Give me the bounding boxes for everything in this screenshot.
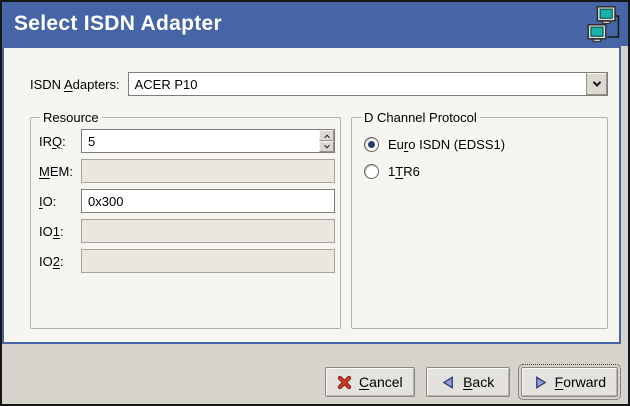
dialog-button-bar: Cancel Back Forward [2, 344, 628, 404]
euro-isdn-label: Euro ISDN (EDSS1) [388, 137, 505, 152]
select-isdn-adapter-dialog: Select ISDN Adapter ISDN Adapters: [0, 0, 630, 406]
forward-button-label: Forward [555, 374, 606, 390]
chevron-up-icon [324, 134, 330, 140]
irq-row: IRQ: 5 [39, 129, 335, 153]
io1-row: IO1: [39, 219, 335, 243]
dialog-content: ISDN Adapters: ACER P10 Resource IRQ: 5 [2, 46, 621, 344]
io1-field [81, 219, 335, 243]
irq-spinbox[interactable]: 5 [81, 129, 335, 153]
frames-row: Resource IRQ: 5 MEM: [30, 110, 608, 329]
mem-label: MEM: [39, 164, 81, 179]
dialog-header: Select ISDN Adapter [2, 2, 628, 46]
radio-button-icon[interactable] [364, 164, 379, 179]
irq-label: IRQ: [39, 134, 81, 149]
chevron-down-icon [592, 78, 600, 86]
1tr6-label: 1TR6 [388, 164, 420, 179]
irq-value: 5 [82, 134, 319, 149]
cancel-button[interactable]: Cancel [325, 367, 415, 397]
spin-up-button[interactable] [319, 130, 334, 141]
isdn-adapters-row: ISDN Adapters: ACER P10 [30, 72, 608, 96]
isdn-adapters-label: ISDN Adapters: [30, 77, 120, 92]
radio-euro-isdn[interactable]: Euro ISDN (EDSS1) [364, 137, 602, 152]
radio-button-selected-icon[interactable] [364, 137, 379, 152]
mem-row: MEM: [39, 159, 335, 183]
network-computers-icon [585, 5, 621, 52]
resource-frame: Resource IRQ: 5 MEM: [30, 110, 341, 329]
back-button-label: Back [463, 374, 494, 390]
io-row: IO: 0x300 [39, 189, 335, 213]
io2-field [81, 249, 335, 273]
page-title: Select ISDN Adapter [14, 12, 222, 36]
resource-frame-title: Resource [40, 110, 102, 125]
back-monitor [597, 7, 615, 24]
io1-label: IO1: [39, 224, 81, 239]
isdn-adapters-combobox[interactable]: ACER P10 [128, 72, 608, 96]
d-channel-protocol-frame: D Channel Protocol Euro ISDN (EDSS1) 1TR… [351, 110, 608, 329]
spin-down-button[interactable] [319, 141, 334, 152]
radio-1tr6[interactable]: 1TR6 [364, 164, 602, 179]
d-channel-protocol-title: D Channel Protocol [361, 110, 480, 125]
combobox-dropdown-button[interactable] [586, 73, 607, 95]
cancel-x-icon [337, 375, 352, 390]
irq-spin-buttons [319, 130, 334, 152]
isdn-adapters-value: ACER P10 [129, 73, 586, 95]
io-field[interactable]: 0x300 [81, 189, 335, 213]
io2-label: IO2: [39, 254, 81, 269]
mem-field [81, 159, 335, 183]
arrow-left-icon [441, 375, 456, 390]
front-monitor [588, 25, 606, 42]
io-label: IO: [39, 194, 81, 209]
cancel-button-label: Cancel [359, 374, 403, 390]
forward-button[interactable]: Forward [521, 367, 618, 397]
io2-row: IO2: [39, 249, 335, 273]
back-button[interactable]: Back [426, 367, 510, 397]
chevron-down-icon [324, 142, 330, 148]
arrow-right-icon [533, 375, 548, 390]
